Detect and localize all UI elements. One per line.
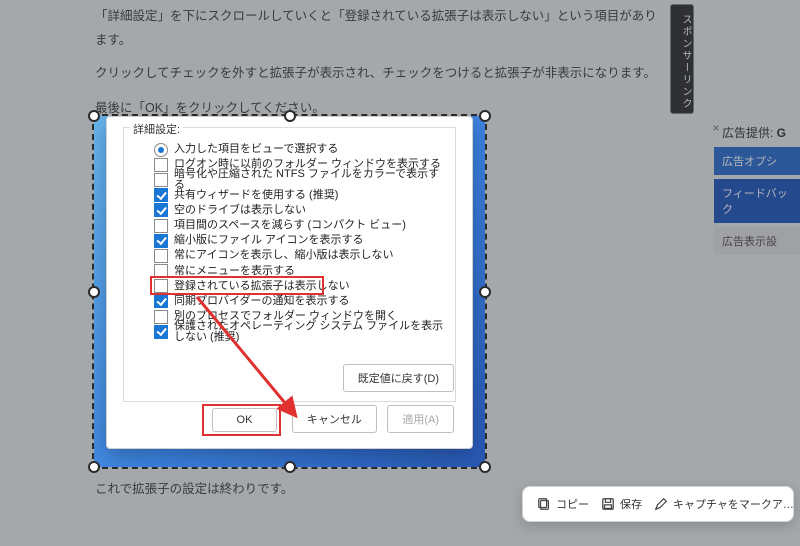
option-label: 保護されたオペレーティング システム ファイルを表示しない (推奨) — [174, 321, 445, 343]
option-0[interactable]: 入力した項目をビューで選択する — [154, 142, 445, 157]
option-label: 縮小版にファイル アイコンを表示する — [174, 235, 364, 246]
option-label: 入力した項目をビューで選択する — [174, 144, 338, 155]
markup-button[interactable]: キャプチャをマークア… — [648, 492, 800, 516]
capture-selection[interactable]: 詳細設定: 入力した項目をビューで選択するログオン時に以前のフォルダー ウィンド… — [94, 116, 485, 467]
radio-icon — [154, 143, 168, 157]
checkbox-icon — [154, 234, 168, 248]
checkbox-icon — [154, 158, 168, 172]
option-label: 暗号化や圧縮された NTFS ファイルをカラーで表示する — [174, 169, 445, 191]
advanced-settings-group: 詳細設定: 入力した項目をビューで選択するログオン時に以前のフォルダー ウィンド… — [123, 127, 456, 402]
options-list: 入力した項目をビューで選択するログオン時に以前のフォルダー ウィンドウを表示する… — [154, 142, 445, 339]
checkbox-icon — [154, 249, 168, 263]
resize-handle-n[interactable] — [284, 110, 296, 122]
resize-handle-se[interactable] — [479, 461, 491, 473]
option-label: 常にメニューを表示する — [174, 266, 295, 277]
checkbox-icon — [154, 310, 168, 324]
resize-handle-sw[interactable] — [88, 461, 100, 473]
ok-button[interactable]: OK — [212, 408, 278, 432]
checkbox-icon — [154, 219, 168, 233]
option-5[interactable]: 項目間のスペースを減らす (コンパクト ビュー) — [154, 218, 445, 233]
option-label: 同期プロバイダーの通知を表示する — [174, 296, 350, 307]
option-label: 常にアイコンを表示し、縮小版は表示しない — [174, 250, 393, 261]
cancel-button[interactable]: キャンセル — [292, 405, 377, 433]
option-2[interactable]: 暗号化や圧縮された NTFS ファイルをカラーで表示する — [154, 172, 445, 187]
checkbox-icon — [154, 203, 168, 217]
checkbox-icon — [154, 188, 168, 202]
save-button[interactable]: 保存 — [595, 492, 648, 516]
capture-toolbar: コピー 保存 キャプチャをマークア… 画像検索 — [522, 486, 794, 522]
pencil-icon — [654, 497, 668, 511]
resize-handle-nw[interactable] — [88, 110, 100, 122]
checkbox-icon — [154, 325, 168, 339]
resize-handle-e[interactable] — [479, 286, 491, 298]
restore-defaults-button[interactable]: 既定値に戻す(D) — [343, 364, 454, 392]
copy-icon — [537, 497, 551, 511]
option-label: 空のドライブは表示しない — [174, 205, 306, 216]
option-6[interactable]: 縮小版にファイル アイコンを表示する — [154, 233, 445, 248]
resize-handle-ne[interactable] — [479, 110, 491, 122]
option-label: 項目間のスペースを減らす (コンパクト ビュー) — [174, 220, 406, 231]
highlight-ok-button: OK — [202, 404, 282, 436]
resize-handle-w[interactable] — [88, 286, 100, 298]
folder-options-dialog: 詳細設定: 入力した項目をビューで選択するログオン時に以前のフォルダー ウィンド… — [106, 116, 473, 449]
markup-label: キャプチャをマークア… — [673, 496, 794, 512]
screenshot-content: 詳細設定: 入力した項目をビューで選択するログオン時に以前のフォルダー ウィンド… — [94, 116, 485, 467]
checkbox-icon — [154, 294, 168, 308]
option-7[interactable]: 常にアイコンを表示し、縮小版は表示しない — [154, 248, 445, 263]
copy-button[interactable]: コピー — [531, 492, 595, 516]
option-4[interactable]: 空のドライブは表示しない — [154, 203, 445, 218]
option-label: 共有ウィザードを使用する (推奨) — [174, 190, 338, 201]
copy-label: コピー — [556, 496, 589, 512]
save-label: 保存 — [620, 496, 642, 512]
apply-button[interactable]: 適用(A) — [387, 405, 454, 433]
highlight-extension-option — [150, 276, 324, 295]
group-label: 詳細設定: — [130, 121, 183, 137]
option-10[interactable]: 同期プロバイダーの通知を表示する — [154, 294, 445, 309]
dialog-button-row: OK キャンセル 適用(A) — [202, 404, 454, 436]
resize-handle-s[interactable] — [284, 461, 296, 473]
checkbox-icon — [154, 173, 168, 187]
option-12[interactable]: 保護されたオペレーティング システム ファイルを表示しない (推奨) — [154, 324, 445, 339]
save-icon — [601, 497, 615, 511]
